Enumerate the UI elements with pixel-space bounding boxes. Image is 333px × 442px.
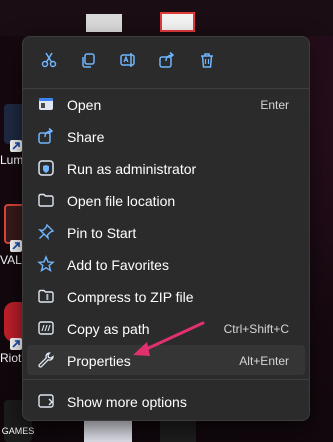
trash-icon bbox=[201, 53, 213, 68]
scissors-icon bbox=[41, 52, 57, 68]
rename-button[interactable] bbox=[115, 47, 141, 73]
cut-button[interactable] bbox=[36, 47, 62, 73]
share-icon bbox=[37, 127, 55, 145]
delete-button[interactable] bbox=[194, 47, 220, 73]
context-menu: Open Enter Share Run as administrator Op… bbox=[22, 36, 310, 421]
menu-item-label: Share bbox=[67, 129, 105, 145]
menu-item-label: Open bbox=[67, 97, 102, 113]
menu-item-pin-to-start[interactable]: Pin to Start bbox=[27, 217, 305, 247]
menu-item-shortcut: Ctrl+Shift+C bbox=[223, 322, 289, 336]
rename-icon bbox=[120, 53, 135, 67]
open-app-icon bbox=[37, 95, 55, 113]
menu-item-label: Open file location bbox=[67, 193, 176, 209]
desktop: Lum VAL Riot GAMES Open Enter Share Run … bbox=[0, 0, 333, 442]
menu-item-open-file-location[interactable]: Open file location bbox=[27, 185, 305, 215]
copy-icon bbox=[82, 53, 95, 68]
menu-separator bbox=[23, 379, 309, 380]
menu-item-label: Pin to Start bbox=[67, 225, 137, 241]
menu-item-show-more-options[interactable]: Show more options bbox=[27, 386, 305, 416]
more-options-icon bbox=[37, 392, 55, 410]
copy-button[interactable] bbox=[75, 47, 101, 73]
window-thumbnail bbox=[160, 12, 195, 32]
menu-item-run-as-administrator[interactable]: Run as administrator bbox=[27, 153, 305, 183]
menu-item-shortcut: Alt+Enter bbox=[239, 354, 289, 368]
share-icon bbox=[159, 51, 175, 68]
top-strip bbox=[0, 0, 333, 36]
shortcut-arrow-icon bbox=[10, 240, 22, 252]
share-button[interactable] bbox=[154, 47, 180, 73]
shortcut-arrow-icon bbox=[10, 338, 22, 350]
context-menu-toolbar bbox=[23, 37, 309, 85]
menu-item-share[interactable]: Share bbox=[27, 121, 305, 151]
menu-item-label: Compress to ZIP file bbox=[67, 289, 194, 305]
menu-item-copy-as-path[interactable]: Copy as path Ctrl+Shift+C bbox=[27, 313, 305, 343]
zip-folder-icon bbox=[37, 287, 55, 305]
copy-path-icon bbox=[37, 319, 55, 337]
menu-item-properties[interactable]: Properties Alt+Enter bbox=[27, 345, 305, 375]
desktop-shortcut-label: GAMES bbox=[1, 426, 35, 436]
menu-item-label: Properties bbox=[67, 353, 131, 369]
wrench-icon bbox=[37, 351, 55, 369]
pin-icon bbox=[37, 223, 55, 241]
window-thumbnail bbox=[86, 14, 122, 32]
menu-item-add-to-favorites[interactable]: Add to Favorites bbox=[27, 249, 305, 279]
menu-item-shortcut: Enter bbox=[260, 98, 289, 112]
menu-item-open[interactable]: Open Enter bbox=[27, 89, 305, 119]
shortcut-arrow-icon bbox=[10, 140, 22, 152]
menu-item-label: Run as administrator bbox=[67, 161, 197, 177]
menu-item-compress-to-zip[interactable]: Compress to ZIP file bbox=[27, 281, 305, 311]
menu-item-label: Show more options bbox=[67, 394, 187, 410]
menu-item-label: Add to Favorites bbox=[67, 257, 169, 273]
star-icon bbox=[37, 255, 55, 273]
shield-icon bbox=[37, 159, 55, 177]
menu-item-label: Copy as path bbox=[67, 321, 150, 337]
folder-icon bbox=[37, 191, 55, 209]
